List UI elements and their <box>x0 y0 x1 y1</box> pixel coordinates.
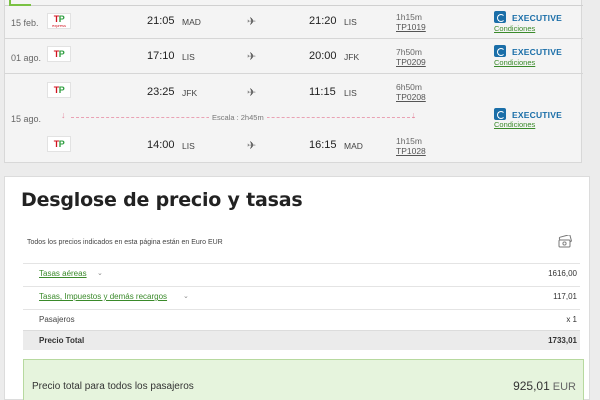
grand-total-box: Precio total para todos los pasajeros 92… <box>23 359 584 400</box>
executive-class-icon <box>494 45 506 57</box>
price-line-taxes[interactable]: Tasas, Impuestos y demás recargos ⌄ 117,… <box>23 286 580 306</box>
airline-logo-text: TP <box>53 48 65 59</box>
airline-logo: TP express <box>47 13 71 29</box>
flight-number-link[interactable]: TP1028 <box>396 146 426 156</box>
plane-icon: ✈ <box>247 51 257 63</box>
conditions-link[interactable]: Condiciones <box>494 58 535 67</box>
cash-icon <box>558 235 572 248</box>
executive-class-icon <box>494 11 506 23</box>
airline-logo-subtext: express <box>51 22 66 28</box>
chevron-down-icon[interactable]: ⌄ <box>97 269 103 277</box>
airline-logo-text: TP <box>53 84 65 95</box>
price-line-label: Pasajeros <box>39 315 75 324</box>
flight-number-link[interactable]: TP0208 <box>396 92 426 102</box>
arrival-airport: MAD <box>344 141 363 151</box>
stopover-arrow-icon: ↓ <box>411 110 416 120</box>
arrival-time: 11:15 <box>309 86 336 98</box>
departure-time: 21:05 <box>147 15 175 27</box>
flight-date: 15 feb. <box>11 18 39 28</box>
arrival-time: 20:00 <box>309 50 337 62</box>
currency-note: Todos los precios indicados en esta pági… <box>27 239 223 246</box>
flight-number-link[interactable]: TP1019 <box>396 22 426 32</box>
price-line-label[interactable]: Tasas aéreas <box>39 269 87 278</box>
flight-itinerary: 15 feb. TP express 21:05 MAD ✈ 21:20 LIS… <box>4 0 583 163</box>
price-total-label: Precio Total <box>39 336 85 345</box>
departure-airport: JFK <box>182 88 198 98</box>
departure-airport: MAD <box>182 17 201 27</box>
flight-duration: 6h50m <box>396 82 422 92</box>
flight-duration: 1h15m <box>396 12 422 22</box>
price-line-passengers: Pasajeros x 1 <box>23 309 580 329</box>
grand-total-value: 925,01 <box>513 379 550 393</box>
departure-airport: LIS <box>182 52 195 62</box>
executive-class-icon <box>494 108 506 120</box>
flight-row: 15 ago. TP 23:25 JFK ✈ 11:15 LIS 6h50m T… <box>5 74 583 163</box>
price-total-row: Precio Total 1733,01 <box>23 330 580 350</box>
conditions-link[interactable]: Condiciones <box>494 24 535 33</box>
booking-summary: 15 feb. TP express 21:05 MAD ✈ 21:20 LIS… <box>0 0 600 400</box>
fare-class-label: EXECUTIVE <box>512 13 562 23</box>
flight-row: 01 ago. TP 17:10 LIS ✈ 20:00 JFK 7h50m T… <box>5 39 583 74</box>
airline-logo: TP <box>47 82 71 98</box>
price-line-value: x 1 <box>566 315 577 324</box>
chevron-down-icon[interactable]: ⌄ <box>183 292 189 300</box>
price-breakdown-panel: Desglose de precio y tasas Todos los pre… <box>4 176 590 400</box>
airline-logo-text: TP <box>53 138 65 149</box>
arrival-time: 21:20 <box>309 15 337 27</box>
departure-airport: LIS <box>182 141 195 151</box>
arrival-airport: LIS <box>344 17 357 27</box>
plane-icon: ✈ <box>247 87 257 99</box>
grand-total-label: Precio total para todos los pasajeros <box>32 381 194 392</box>
airline-logo: TP <box>47 136 71 152</box>
flight-duration: 7h50m <box>396 47 422 57</box>
price-line-value: 117,01 <box>553 292 577 301</box>
price-line-label[interactable]: Tasas, Impuestos y demás recargos <box>39 292 167 301</box>
departure-time: 23:25 <box>147 86 175 98</box>
price-total-value: 1733,01 <box>548 336 577 345</box>
conditions-link[interactable]: Condiciones <box>494 120 535 129</box>
fare-class-label: EXECUTIVE <box>512 47 562 57</box>
plane-icon: ✈ <box>247 140 257 152</box>
arrival-airport: JFK <box>344 52 360 62</box>
price-line-air-fees[interactable]: Tasas aéreas ⌄ 1616,00 <box>23 263 580 283</box>
departure-time: 14:00 <box>147 139 175 151</box>
flight-date: 01 ago. <box>11 53 42 63</box>
airline-logo: TP <box>47 46 71 62</box>
arrival-airport: LIS <box>344 88 357 98</box>
departure-time: 17:10 <box>147 50 175 62</box>
grand-total-amount: 925,01 EUR <box>513 379 576 393</box>
plane-icon: ✈ <box>247 16 257 28</box>
stopover-arrow-icon: ↓ <box>61 110 66 120</box>
flight-date: 15 ago. <box>11 114 42 124</box>
flight-row: 15 feb. TP express 21:05 MAD ✈ 21:20 LIS… <box>5 6 583 39</box>
stopover-label: Escala : 2h45m <box>209 113 267 122</box>
flight-duration: 1h15m <box>396 136 422 146</box>
grand-total-currency: EUR <box>552 381 576 393</box>
page-title: Desglose de precio y tasas <box>21 189 303 211</box>
fare-class-label: EXECUTIVE <box>512 110 562 120</box>
price-line-value: 1616,00 <box>548 269 577 278</box>
flight-number-link[interactable]: TP0209 <box>396 57 426 67</box>
arrival-time: 16:15 <box>309 139 337 151</box>
